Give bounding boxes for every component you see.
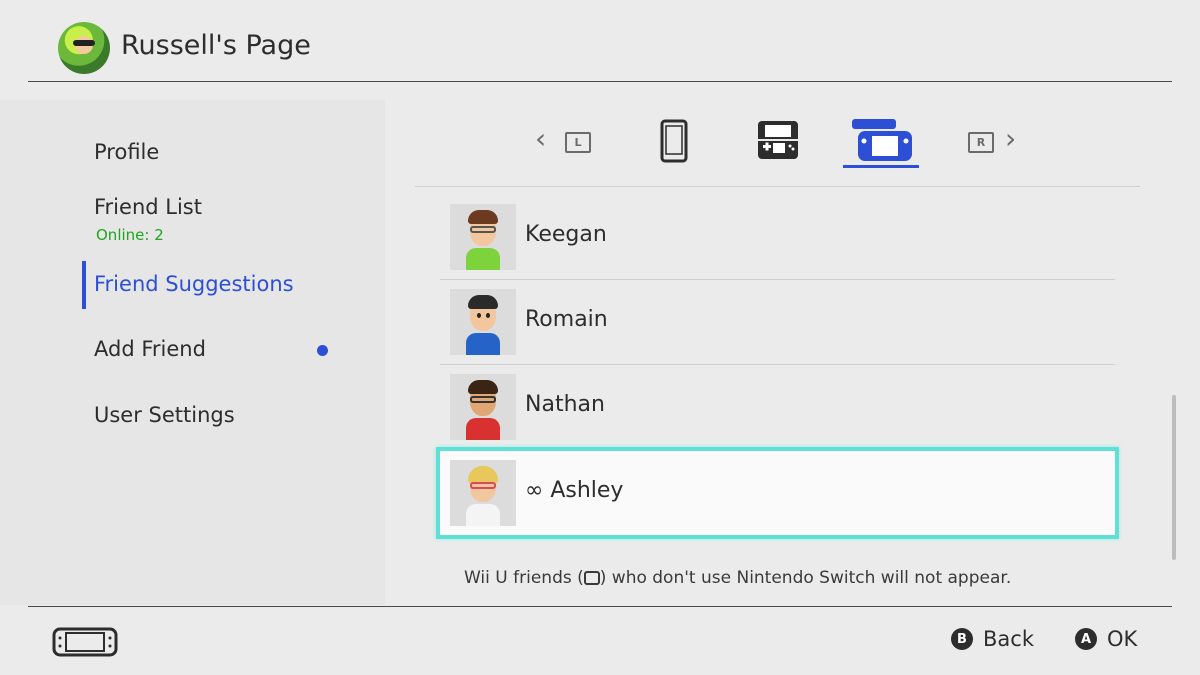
ok-button[interactable]: A OK: [1075, 627, 1137, 651]
list-item[interactable]: Nathan: [440, 365, 1115, 450]
chevron-right-icon[interactable]: ›: [1005, 122, 1016, 155]
ok-label: OK: [1107, 627, 1138, 651]
notification-dot: [317, 345, 328, 356]
mii-avatar: [450, 204, 516, 270]
chevron-left-icon[interactable]: ‹: [535, 122, 546, 155]
wii-u-icon[interactable]: [850, 117, 914, 167]
b-button-icon: B: [951, 628, 973, 650]
friend-name: Nathan: [525, 392, 605, 417]
selection-cursor: [436, 447, 1119, 539]
online-count: Online: 2: [96, 226, 164, 244]
scrollbar[interactable]: [1172, 395, 1176, 560]
footnote-text-start: Wii U friends (: [464, 568, 584, 588]
header-divider: [28, 81, 1172, 82]
r-button-icon: R: [968, 132, 994, 153]
footer-divider: [28, 606, 1172, 607]
sidebar-item-profile[interactable]: Profile: [94, 140, 159, 164]
friend-name: Romain: [525, 307, 608, 332]
header: Russell's Page: [0, 0, 1200, 82]
page-title: Russell's Page: [121, 30, 311, 61]
list-item[interactable]: Romain: [440, 280, 1115, 365]
tabs-divider: [415, 186, 1140, 187]
switch-console-icon: [52, 627, 118, 661]
mii-avatar: [450, 374, 516, 440]
footnote: Wii U friends ( ) who don't use Nintendo …: [464, 568, 1011, 588]
mii-avatar: [450, 289, 516, 355]
selected-tab-underline: [843, 165, 919, 168]
a-button-icon: A: [1075, 628, 1097, 650]
friend-name: Keegan: [525, 222, 607, 247]
smart-device-icon[interactable]: [660, 119, 688, 167]
l-button-icon: L: [565, 132, 591, 153]
user-avatar[interactable]: [58, 22, 110, 74]
mii-face-icon: [583, 571, 600, 585]
nintendo-3ds-icon[interactable]: [757, 120, 799, 164]
sidebar-item-user-settings[interactable]: User Settings: [94, 403, 235, 427]
sidebar-item-friend-list[interactable]: Friend List: [94, 195, 202, 219]
back-label: Back: [983, 627, 1034, 651]
footnote-text-end: ) who don't use Nintendo Switch will not…: [599, 568, 1012, 588]
active-indicator: [82, 261, 86, 309]
back-button[interactable]: B Back: [951, 627, 1034, 651]
sidebar-item-add-friend[interactable]: Add Friend: [94, 337, 206, 361]
sidebar-item-friend-suggestions[interactable]: Friend Suggestions: [94, 272, 294, 296]
list-item[interactable]: Keegan: [440, 195, 1115, 280]
